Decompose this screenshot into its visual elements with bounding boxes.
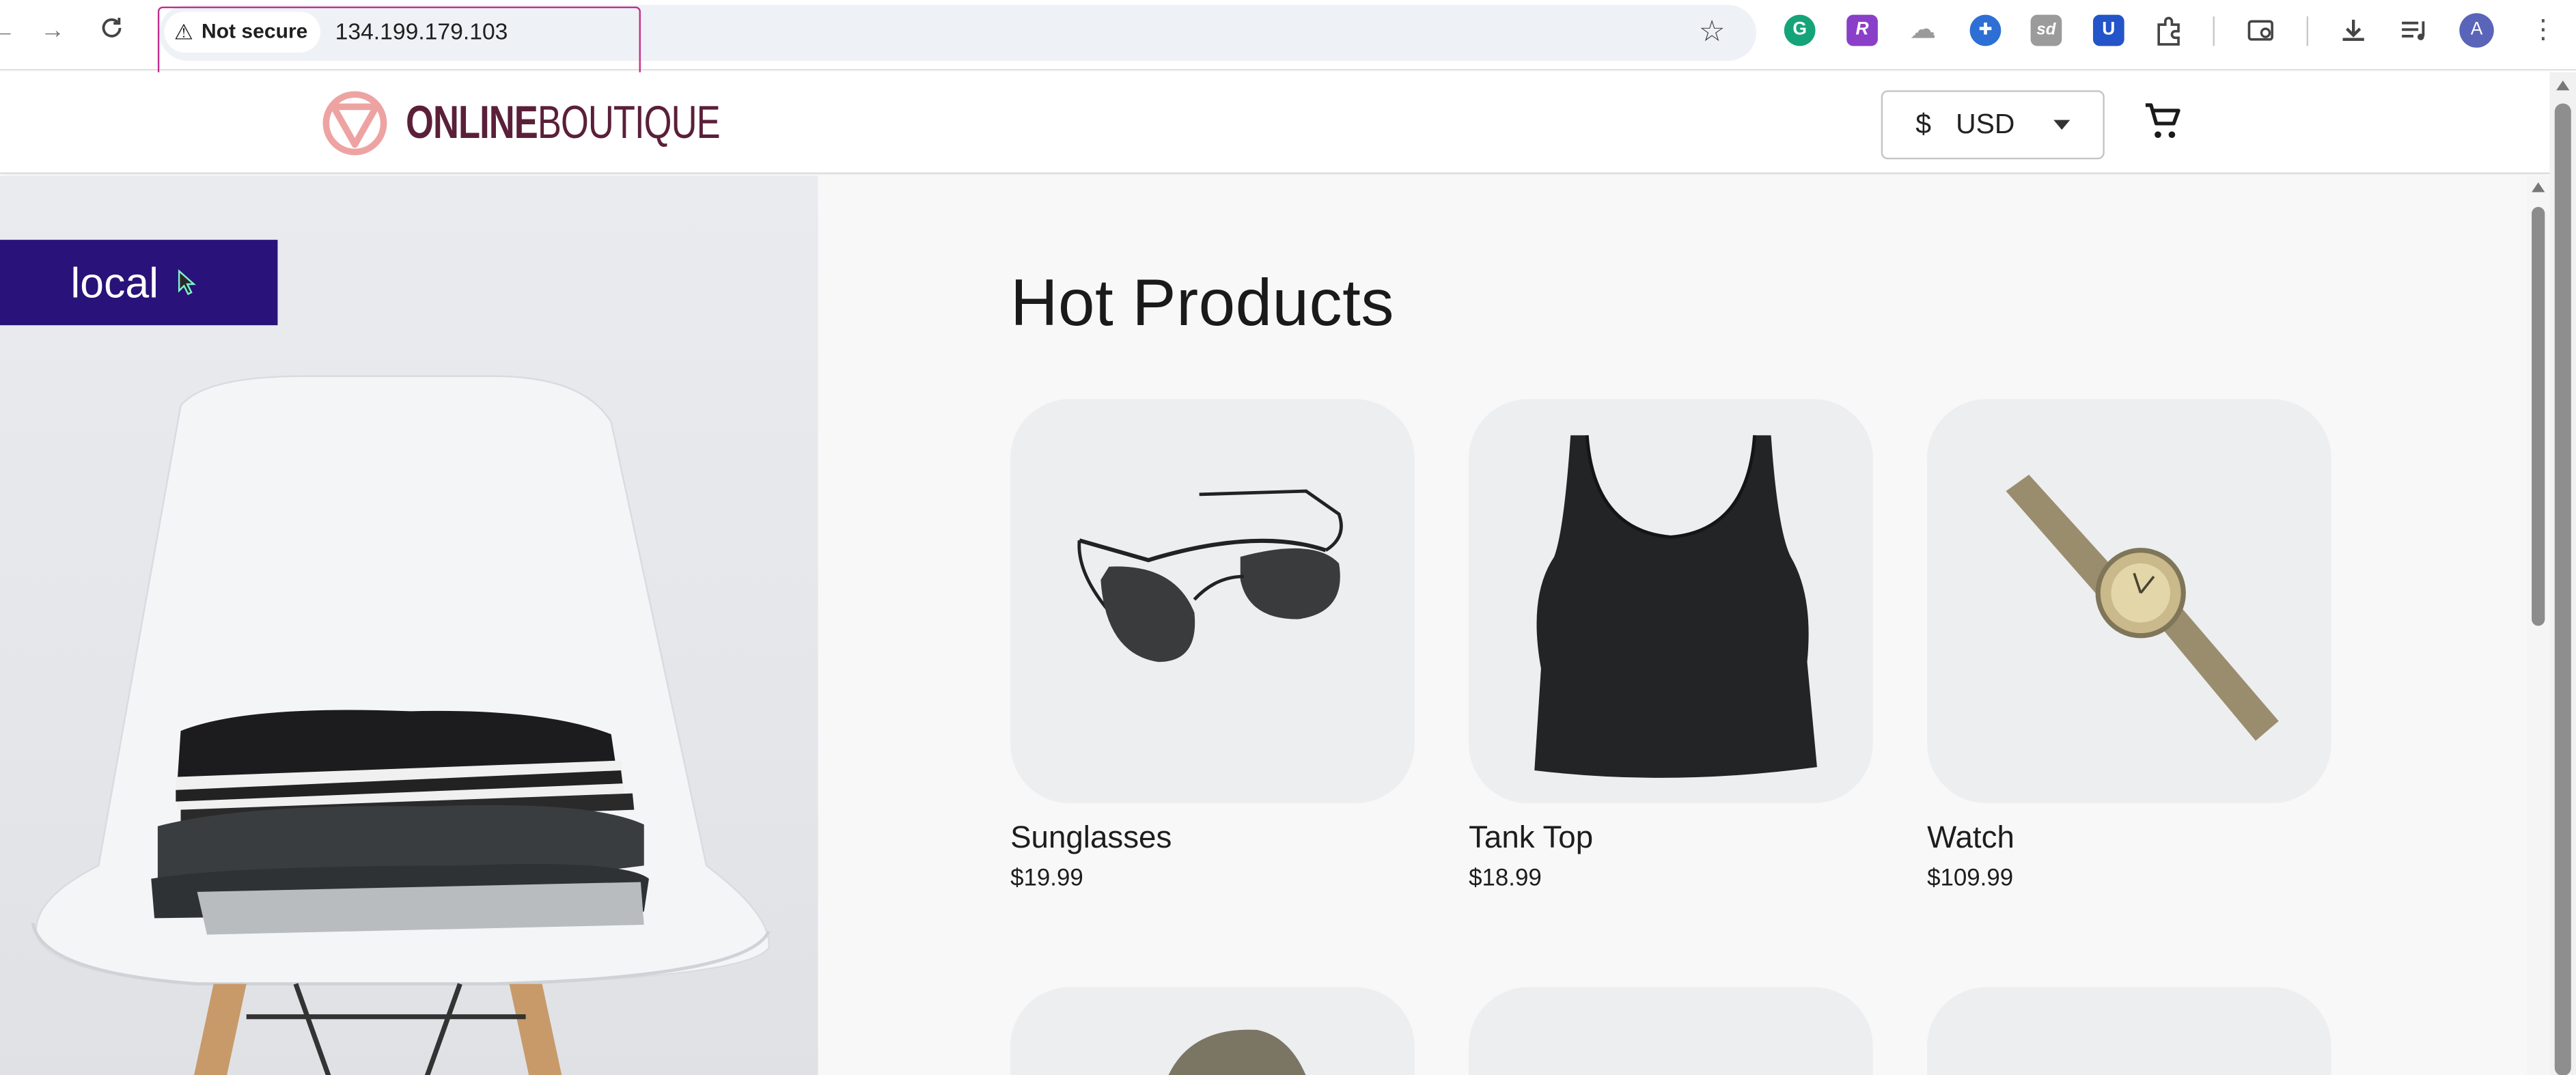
product-image[interactable] (1927, 399, 2331, 804)
grammarly-icon[interactable]: G (1784, 14, 1816, 46)
watch-image (2006, 475, 2279, 741)
extension-r-icon[interactable]: R (1846, 14, 1878, 46)
currency-code: USD (1956, 108, 2015, 140)
product-name[interactable]: Sunglasses (1010, 822, 1415, 858)
product-image[interactable] (1469, 399, 1873, 804)
inner-scrollbar[interactable] (2526, 176, 2550, 1075)
site-header: ONLINEBOUTIQUE $ USD (0, 72, 2550, 174)
product-card[interactable] (1469, 987, 1873, 1075)
product-price: $109.99 (1927, 865, 2014, 892)
toolbar-divider (2306, 16, 2309, 46)
product-image[interactable] (1010, 987, 1415, 1075)
product-card[interactable]: Tank Top $18.99 (1469, 399, 1873, 892)
product-card[interactable] (1927, 987, 2331, 1075)
product-image[interactable] (1010, 399, 1415, 804)
url-text[interactable]: 134.199.179.103 (335, 15, 508, 48)
browser-toolbar: ← → ⚠ Not secure 134.199.179.103 ☆ G R ☁… (0, 0, 2576, 79)
download-icon[interactable] (2338, 15, 2369, 46)
bookmark-star-icon[interactable]: ☆ (1699, 13, 1726, 49)
toolbar-divider (2213, 16, 2215, 46)
scrollbar-thumb[interactable] (2554, 103, 2571, 1075)
product-image[interactable] (1469, 987, 1873, 1075)
currency-symbol: $ (1915, 108, 1932, 140)
tab-search-icon[interactable] (2246, 15, 2277, 46)
extensions-puzzle-icon[interactable] (2154, 15, 2185, 46)
warning-icon: ⚠ (174, 19, 193, 44)
mouse-cursor-icon (178, 269, 196, 296)
product-name[interactable]: Tank Top (1469, 822, 1873, 858)
profile-avatar[interactable]: A (2459, 13, 2494, 48)
screen: ← → ⚠ Not secure 134.199.179.103 ☆ G R ☁… (0, 0, 2576, 1075)
product-card[interactable]: Watch $109.99 (1927, 399, 2331, 892)
page-scrollbar[interactable] (2549, 72, 2576, 1075)
cart-icon[interactable] (2144, 102, 2184, 141)
product-card[interactable] (1010, 987, 1415, 1075)
scroll-up-icon[interactable] (2556, 80, 2570, 91)
extension-sd-icon[interactable]: sd (2030, 14, 2062, 46)
product-price: $18.99 (1469, 865, 1542, 892)
product-name[interactable]: Watch (1927, 822, 2331, 858)
dropdown-arrow-icon (2054, 120, 2071, 130)
browser-menu-icon[interactable]: ⋮ (2530, 13, 2556, 49)
bitwarden-icon[interactable]: U (2092, 14, 2124, 46)
extension-blue-icon[interactable]: ✚ (1969, 14, 2002, 46)
logo-wordmark: ONLINEBOUTIQUE (406, 96, 721, 148)
product-price: $19.99 (1010, 865, 1083, 892)
reload-icon[interactable] (95, 15, 128, 48)
logo-icon (322, 91, 387, 156)
scrollbar-thumb[interactable] (2532, 207, 2545, 626)
forward-icon[interactable]: → (36, 15, 69, 48)
extension-cloud-icon[interactable]: ☁ (1907, 15, 1939, 46)
sunglasses-image (1077, 489, 1343, 662)
security-label: Not secure (201, 19, 308, 43)
tank-top-image (1534, 435, 1817, 778)
currency-selector[interactable]: $ USD (1881, 90, 2105, 160)
logo[interactable]: ONLINEBOUTIQUE (322, 90, 808, 156)
security-chip[interactable]: ⚠ Not secure (164, 11, 321, 53)
product-card[interactable]: Sunglasses $19.99 (1010, 399, 1415, 892)
media-control-icon[interactable] (2398, 15, 2430, 46)
scroll-up-icon[interactable] (2532, 182, 2545, 193)
main-content: Hot Products Sunglasses $19.99 Tank Top … (818, 176, 2527, 1075)
hero-image: local (0, 176, 818, 1075)
environment-badge: local (0, 240, 278, 326)
product-image[interactable] (1927, 987, 2331, 1075)
back-icon[interactable]: ← (0, 15, 20, 48)
product-thumbnail (1168, 1029, 1306, 1075)
section-title: Hot Products (1010, 268, 1394, 340)
